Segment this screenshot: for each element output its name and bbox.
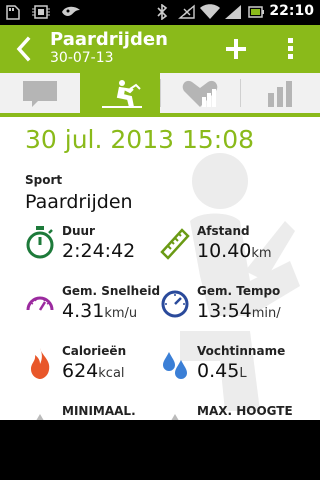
tab-health[interactable]: [160, 73, 240, 113]
stat-calories: Calorieën 624kcal: [25, 344, 175, 388]
activity-datetime: 30 jul. 2013 15:08: [25, 125, 255, 154]
tab-statistics[interactable]: [240, 73, 320, 113]
bluetooth-icon: [157, 4, 168, 20]
page-subtitle: 30-07-13: [50, 50, 114, 66]
stat-label: Vochtinname: [197, 344, 286, 358]
water-drops-icon: [163, 352, 187, 379]
back-arrow-icon[interactable]: [12, 35, 36, 63]
sport-value: Paardrijden: [25, 191, 133, 213]
stat-value: 10.40km: [197, 240, 272, 262]
bar-chart-icon: [268, 81, 292, 107]
tab-workout[interactable]: [80, 73, 160, 113]
stat-label: Gem. Snelheid: [62, 284, 161, 298]
stat-min-altitude: MINIMAAL.: [25, 404, 175, 420]
status-bar: 22:10: [0, 0, 320, 25]
stat-value: 624kcal: [62, 360, 125, 382]
stat-label: MINIMAAL.: [62, 404, 136, 418]
stat-value: 4.31km/u: [62, 300, 138, 322]
chip-icon: [32, 5, 50, 19]
pace-gauge-icon: [161, 290, 189, 318]
mountain-up-icon: [171, 414, 179, 420]
stat-value: 0.45L: [197, 360, 247, 382]
horse-riding-icon: [102, 80, 142, 108]
stat-max-altitude: MAX. HOOGTE: [160, 404, 310, 420]
stat-avg-pace: Gem. Tempo 13:54min/: [160, 284, 310, 328]
stat-avg-speed: Gem. Snelheid 4.31km/u: [25, 284, 175, 328]
stat-duration: Duur 2:24:42: [25, 224, 175, 268]
ruler-icon: [160, 228, 190, 260]
tab-bar: [0, 73, 320, 117]
wifi-icon: [200, 4, 220, 19]
heart-chart-icon: [182, 80, 218, 107]
sd-card-icon: [6, 5, 20, 20]
notification-icon: [62, 6, 80, 17]
stat-value: 13:54min/: [197, 300, 281, 322]
action-bar: Paardrijden 30-07-13: [0, 25, 320, 73]
stat-value: 2:24:42: [62, 240, 136, 262]
app-screen: 22:10 Paardrijden 30-07-13 30 jul. 2013 …: [0, 0, 320, 420]
stat-hydration: Vochtinname 0.45L: [160, 344, 310, 388]
mountain-down-icon: [36, 414, 44, 420]
speedometer-icon: [26, 296, 54, 311]
stat-label: Gem. Tempo: [197, 284, 281, 298]
no-signal-icon: [178, 4, 195, 19]
workout-details: 30 jul. 2013 15:08 Sport Paardrijden Duu…: [0, 121, 320, 420]
stat-label: MAX. HOOGTE: [197, 404, 293, 418]
stat-label: Duur: [62, 224, 95, 238]
add-icon[interactable]: [224, 37, 248, 61]
battery-icon: [248, 6, 264, 18]
stat-distance: Afstand 10.40km: [160, 224, 310, 268]
sport-label: Sport: [25, 173, 63, 187]
comment-icon: [23, 81, 57, 107]
flame-icon: [31, 348, 50, 379]
overflow-menu-icon[interactable]: [283, 37, 299, 61]
stat-label: Afstand: [197, 224, 250, 238]
page-title: Paardrijden: [50, 29, 168, 50]
signal-icon: [225, 5, 241, 19]
clock: 22:10: [269, 3, 314, 19]
stat-label: Calorieën: [62, 344, 127, 358]
tab-comments[interactable]: [0, 73, 80, 113]
stopwatch-icon: [26, 226, 54, 259]
